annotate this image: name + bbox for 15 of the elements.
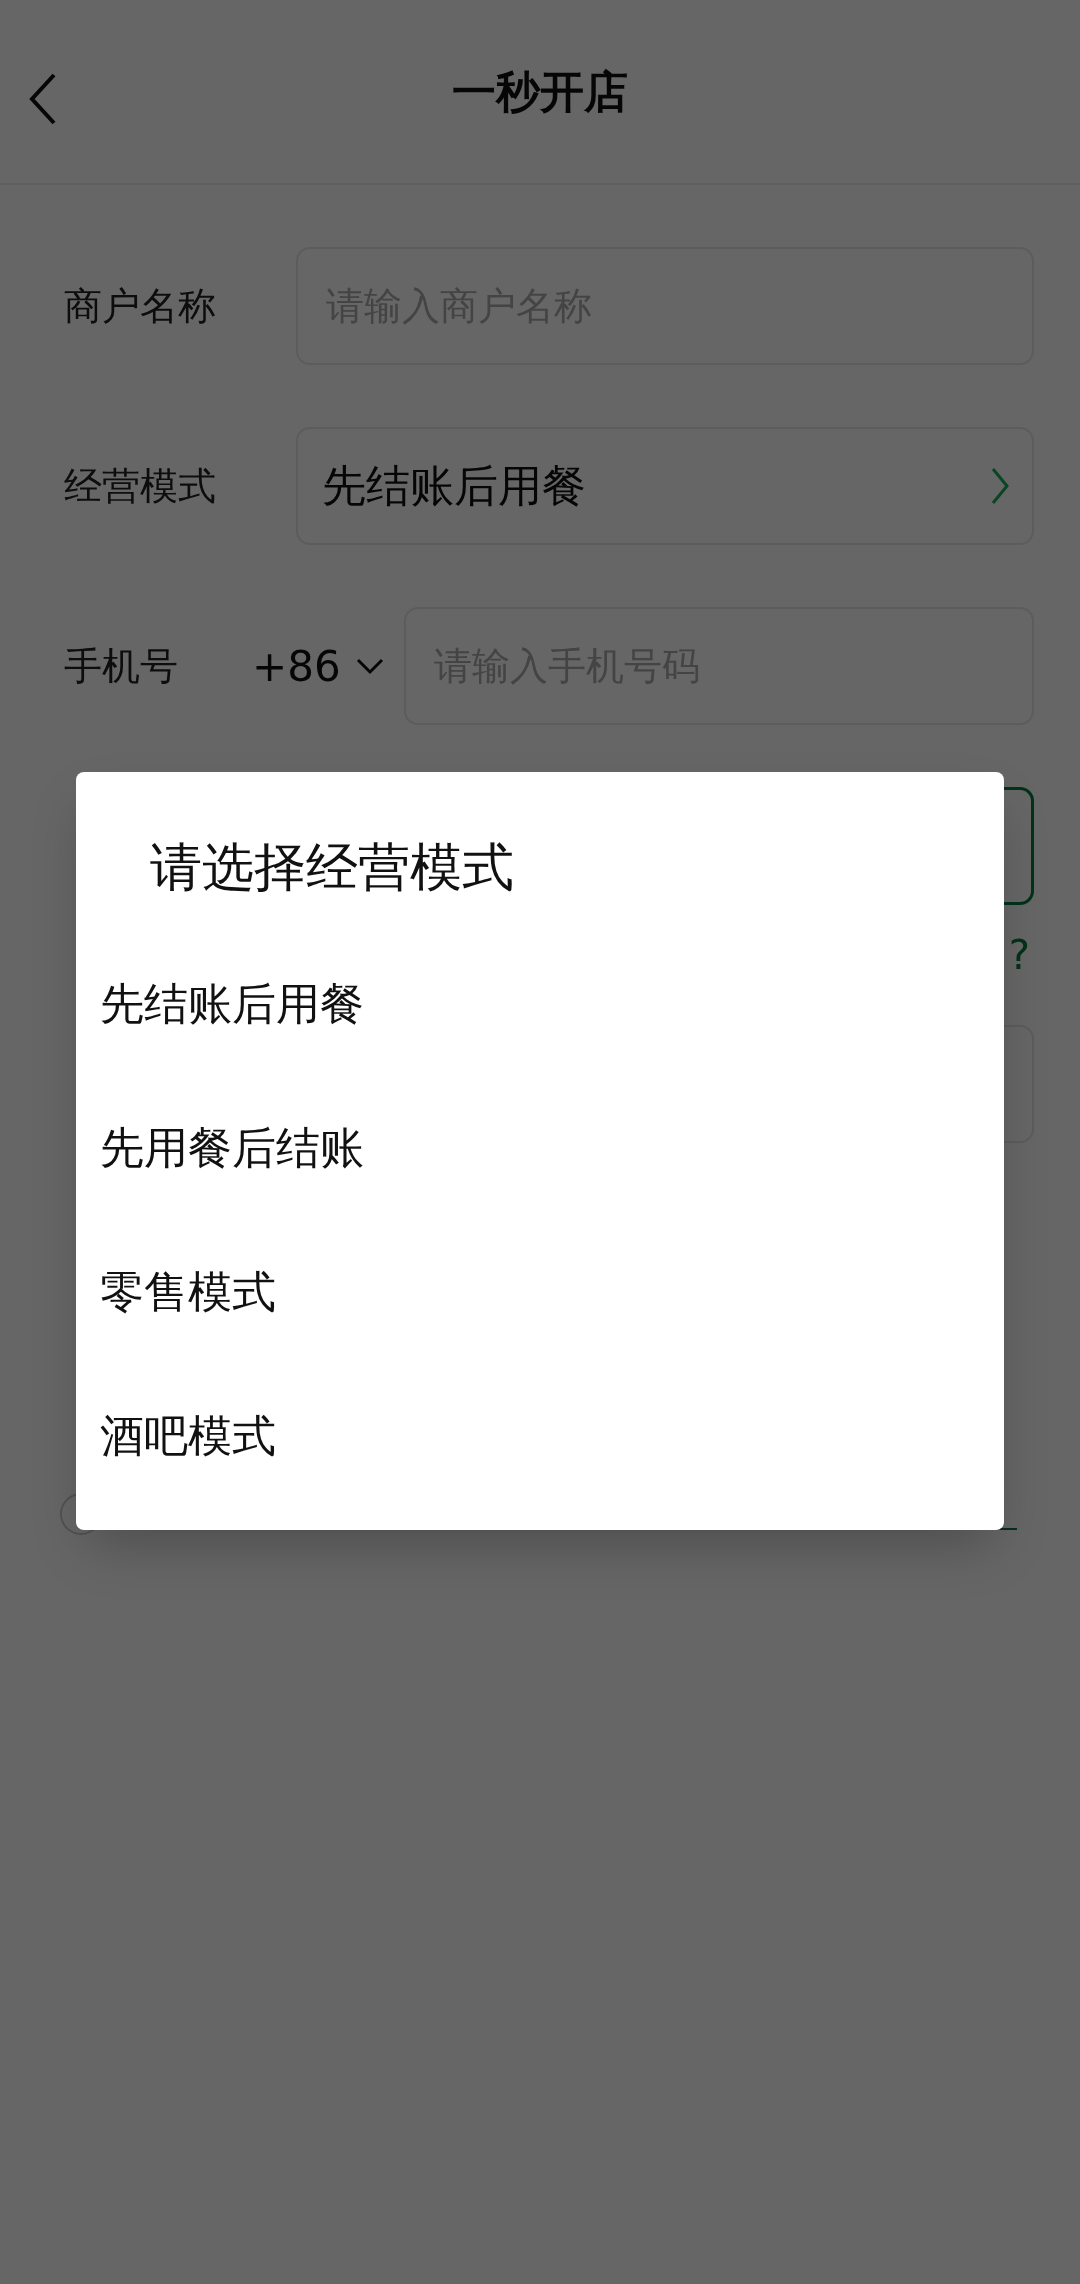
business-mode-select[interactable]: 先结账后用餐 (296, 427, 1034, 545)
back-icon[interactable] (28, 72, 58, 126)
select-value: 先结账后用餐 (322, 459, 586, 513)
mode-option[interactable]: 酒吧模式 (76, 1364, 1004, 1508)
field-label: 经营模式 (63, 462, 217, 510)
mode-option[interactable]: 零售模式 (76, 1220, 1004, 1364)
dialog-title: 请选择经营模式 (149, 836, 515, 899)
mode-option[interactable]: 先用餐后结账 (76, 1076, 1004, 1220)
chevron-down-icon (354, 657, 385, 675)
chevron-right-icon (990, 466, 1010, 506)
country-code-select[interactable]: +86 (252, 634, 404, 698)
field-label: 商户名称 (63, 282, 217, 330)
page-title: 一秒开店 (452, 64, 628, 119)
field-label: 手机号 (63, 642, 179, 690)
mode-option[interactable]: 先结账后用餐 (76, 932, 1004, 1076)
